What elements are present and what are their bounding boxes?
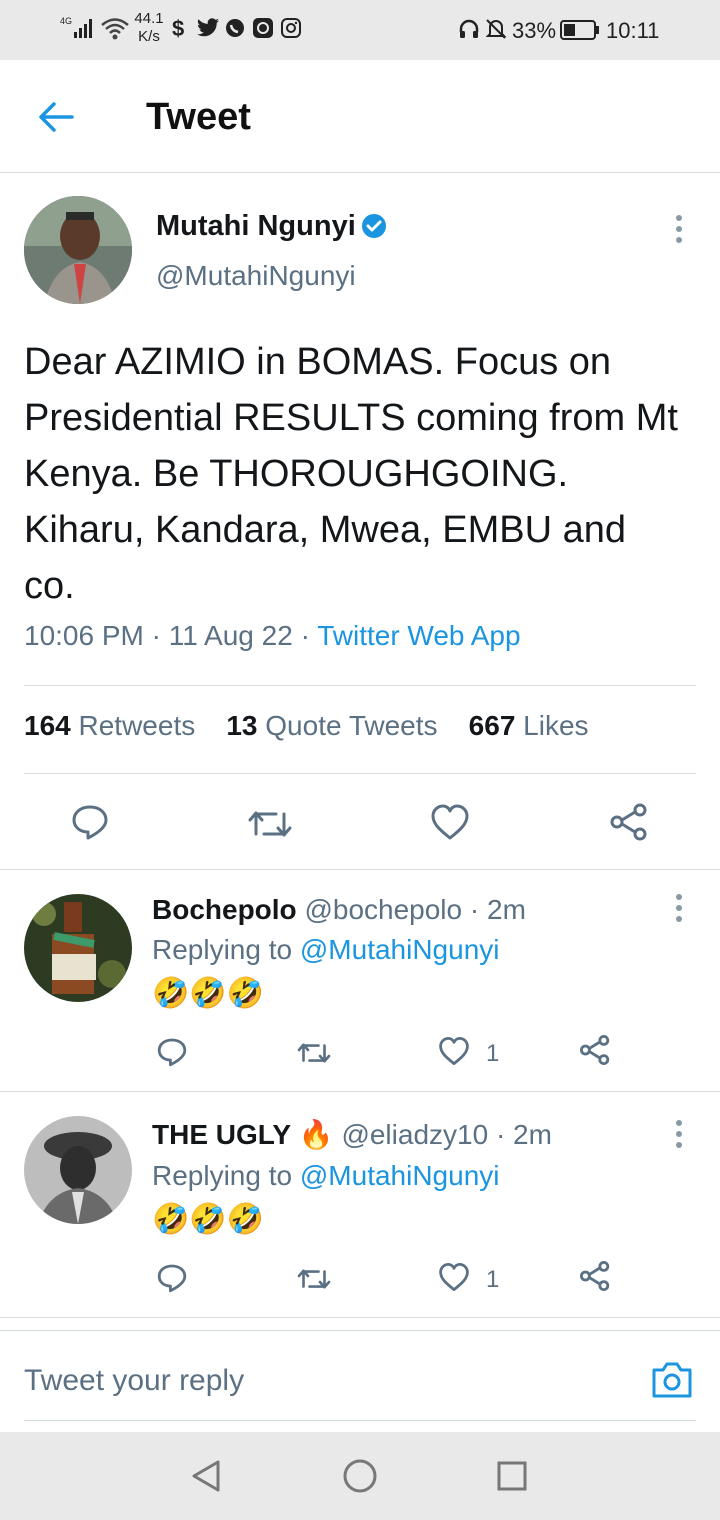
separator: · xyxy=(300,620,310,651)
instagram-icon xyxy=(280,17,302,44)
replying-to: Replying to @MutahiNgunyi xyxy=(152,1160,500,1192)
reply-avatar[interactable] xyxy=(24,894,132,1002)
share-icon[interactable] xyxy=(578,1034,612,1071)
camera-icon[interactable] xyxy=(650,1360,694,1405)
reply-age: · 2m xyxy=(495,1119,552,1150)
like-count: 1 xyxy=(486,1040,500,1067)
tweet-source-link[interactable]: Twitter Web App xyxy=(317,620,520,651)
like-heart-icon[interactable] xyxy=(430,803,470,846)
retweet-icon[interactable] xyxy=(246,804,294,849)
clock: 10:11 xyxy=(606,18,660,43)
tweet-more-icon[interactable] xyxy=(676,215,682,248)
wifi-icon xyxy=(100,16,130,47)
reply-icon[interactable] xyxy=(156,1262,188,1299)
reply-icon[interactable] xyxy=(70,802,110,847)
back-arrow-icon[interactable] xyxy=(36,100,76,139)
svg-text:4G: 4G xyxy=(60,16,72,26)
retweets-label: Retweets xyxy=(78,710,196,741)
replying-prefix: Replying to xyxy=(152,934,293,965)
tweet-date: 11 Aug 22 xyxy=(168,620,293,651)
like-heart-icon[interactable] xyxy=(438,1036,470,1071)
reply-more-icon[interactable] xyxy=(676,1120,682,1153)
fire-emoji: 🔥 xyxy=(298,1119,334,1150)
reply-author-handle[interactable]: @bochepolo xyxy=(304,894,462,925)
replying-prefix: Replying to xyxy=(152,1160,293,1191)
page-title: Tweet xyxy=(146,96,251,138)
reply-more-icon[interactable] xyxy=(676,894,682,927)
mute-bell-icon xyxy=(484,17,508,46)
nav-home-icon[interactable] xyxy=(342,1458,378,1499)
app-header: Tweet xyxy=(0,60,720,173)
nav-back-icon[interactable] xyxy=(190,1458,222,1499)
quote-count: 13 xyxy=(226,710,258,741)
share-icon[interactable] xyxy=(578,1260,612,1297)
quote-label: Quote Tweets xyxy=(265,710,438,741)
reply-author-name[interactable]: Bochepolo xyxy=(152,894,297,925)
retweets-count: 164 xyxy=(24,710,71,741)
tweet-meta: 10:06 PM · 11 Aug 22 · Twitter Web App xyxy=(24,620,521,652)
reply-author-handle[interactable]: @eliadzy10 xyxy=(341,1119,488,1150)
replying-handle-link[interactable]: @MutahiNgunyi xyxy=(300,1160,500,1191)
divider xyxy=(0,1330,720,1331)
author-handle[interactable]: @MutahiNgunyi xyxy=(156,260,356,292)
tweet-time: 10:06 PM xyxy=(24,620,144,651)
likes-stat[interactable]: 667 Likes xyxy=(469,710,589,741)
signal-icon: 4G xyxy=(60,14,96,47)
nav-recents-icon[interactable] xyxy=(496,1460,528,1497)
author-avatar[interactable] xyxy=(24,196,132,304)
headphone-icon xyxy=(458,18,480,45)
likes-label: Likes xyxy=(523,710,589,741)
separator: · xyxy=(151,620,161,651)
reply-icon[interactable] xyxy=(156,1036,188,1073)
tweet-stats: 164 Retweets 13 Quote Tweets 667 Likes xyxy=(24,710,589,742)
reply-author-name[interactable]: THE UGLY xyxy=(152,1119,291,1150)
likes-count: 667 xyxy=(468,710,516,741)
retweet-icon[interactable] xyxy=(296,1038,332,1073)
reply-text: 🤣🤣🤣 xyxy=(152,977,265,1010)
network-speed: 44.1 K/s xyxy=(134,10,164,46)
speed-unit: K/s xyxy=(138,28,160,45)
reply-header: THE UGLY 🔥 @eliadzy10 · 2m xyxy=(152,1118,552,1151)
speed-value: 44.1 xyxy=(134,10,164,27)
twitter-icon xyxy=(196,18,220,43)
dollar-icon: $ xyxy=(172,16,185,41)
replying-to: Replying to @MutahiNgunyi xyxy=(152,934,500,966)
replying-handle-link[interactable]: @MutahiNgunyi xyxy=(300,934,500,965)
system-nav-bar xyxy=(0,1432,720,1520)
battery-percent: 33% xyxy=(512,18,557,43)
reply-text: 🤣🤣🤣 xyxy=(152,1203,265,1236)
status-bar: 4G 44.1 K/s $ 33% 10:11 xyxy=(0,0,720,60)
divider xyxy=(0,1091,720,1092)
share-icon[interactable] xyxy=(608,802,650,847)
quote-tweets-stat[interactable]: 13 Quote Tweets xyxy=(226,710,437,741)
whatsapp-icon xyxy=(224,17,246,44)
reply-composer-input[interactable]: Tweet your reply xyxy=(24,1364,244,1398)
like-heart-icon[interactable] xyxy=(438,1262,470,1297)
divider xyxy=(24,1420,696,1421)
retweets-stat[interactable]: 164 Retweets xyxy=(24,710,195,741)
reply-avatar[interactable] xyxy=(24,1116,132,1224)
divider xyxy=(24,685,696,686)
like-count: 1 xyxy=(486,1266,500,1293)
divider xyxy=(24,773,696,774)
verified-badge-icon xyxy=(360,212,388,245)
app-icon xyxy=(252,17,274,44)
retweet-icon[interactable] xyxy=(296,1264,332,1299)
battery-icon xyxy=(560,20,600,45)
reply-age: · 2m xyxy=(469,894,526,925)
divider xyxy=(0,869,720,870)
author-name[interactable]: Mutahi Ngunyi xyxy=(156,210,356,243)
divider xyxy=(0,1317,720,1318)
tweet-text: Dear AZIMIO in BOMAS. Focus on President… xyxy=(24,341,678,607)
reply-header: Bochepolo @bochepolo · 2m xyxy=(152,894,526,926)
